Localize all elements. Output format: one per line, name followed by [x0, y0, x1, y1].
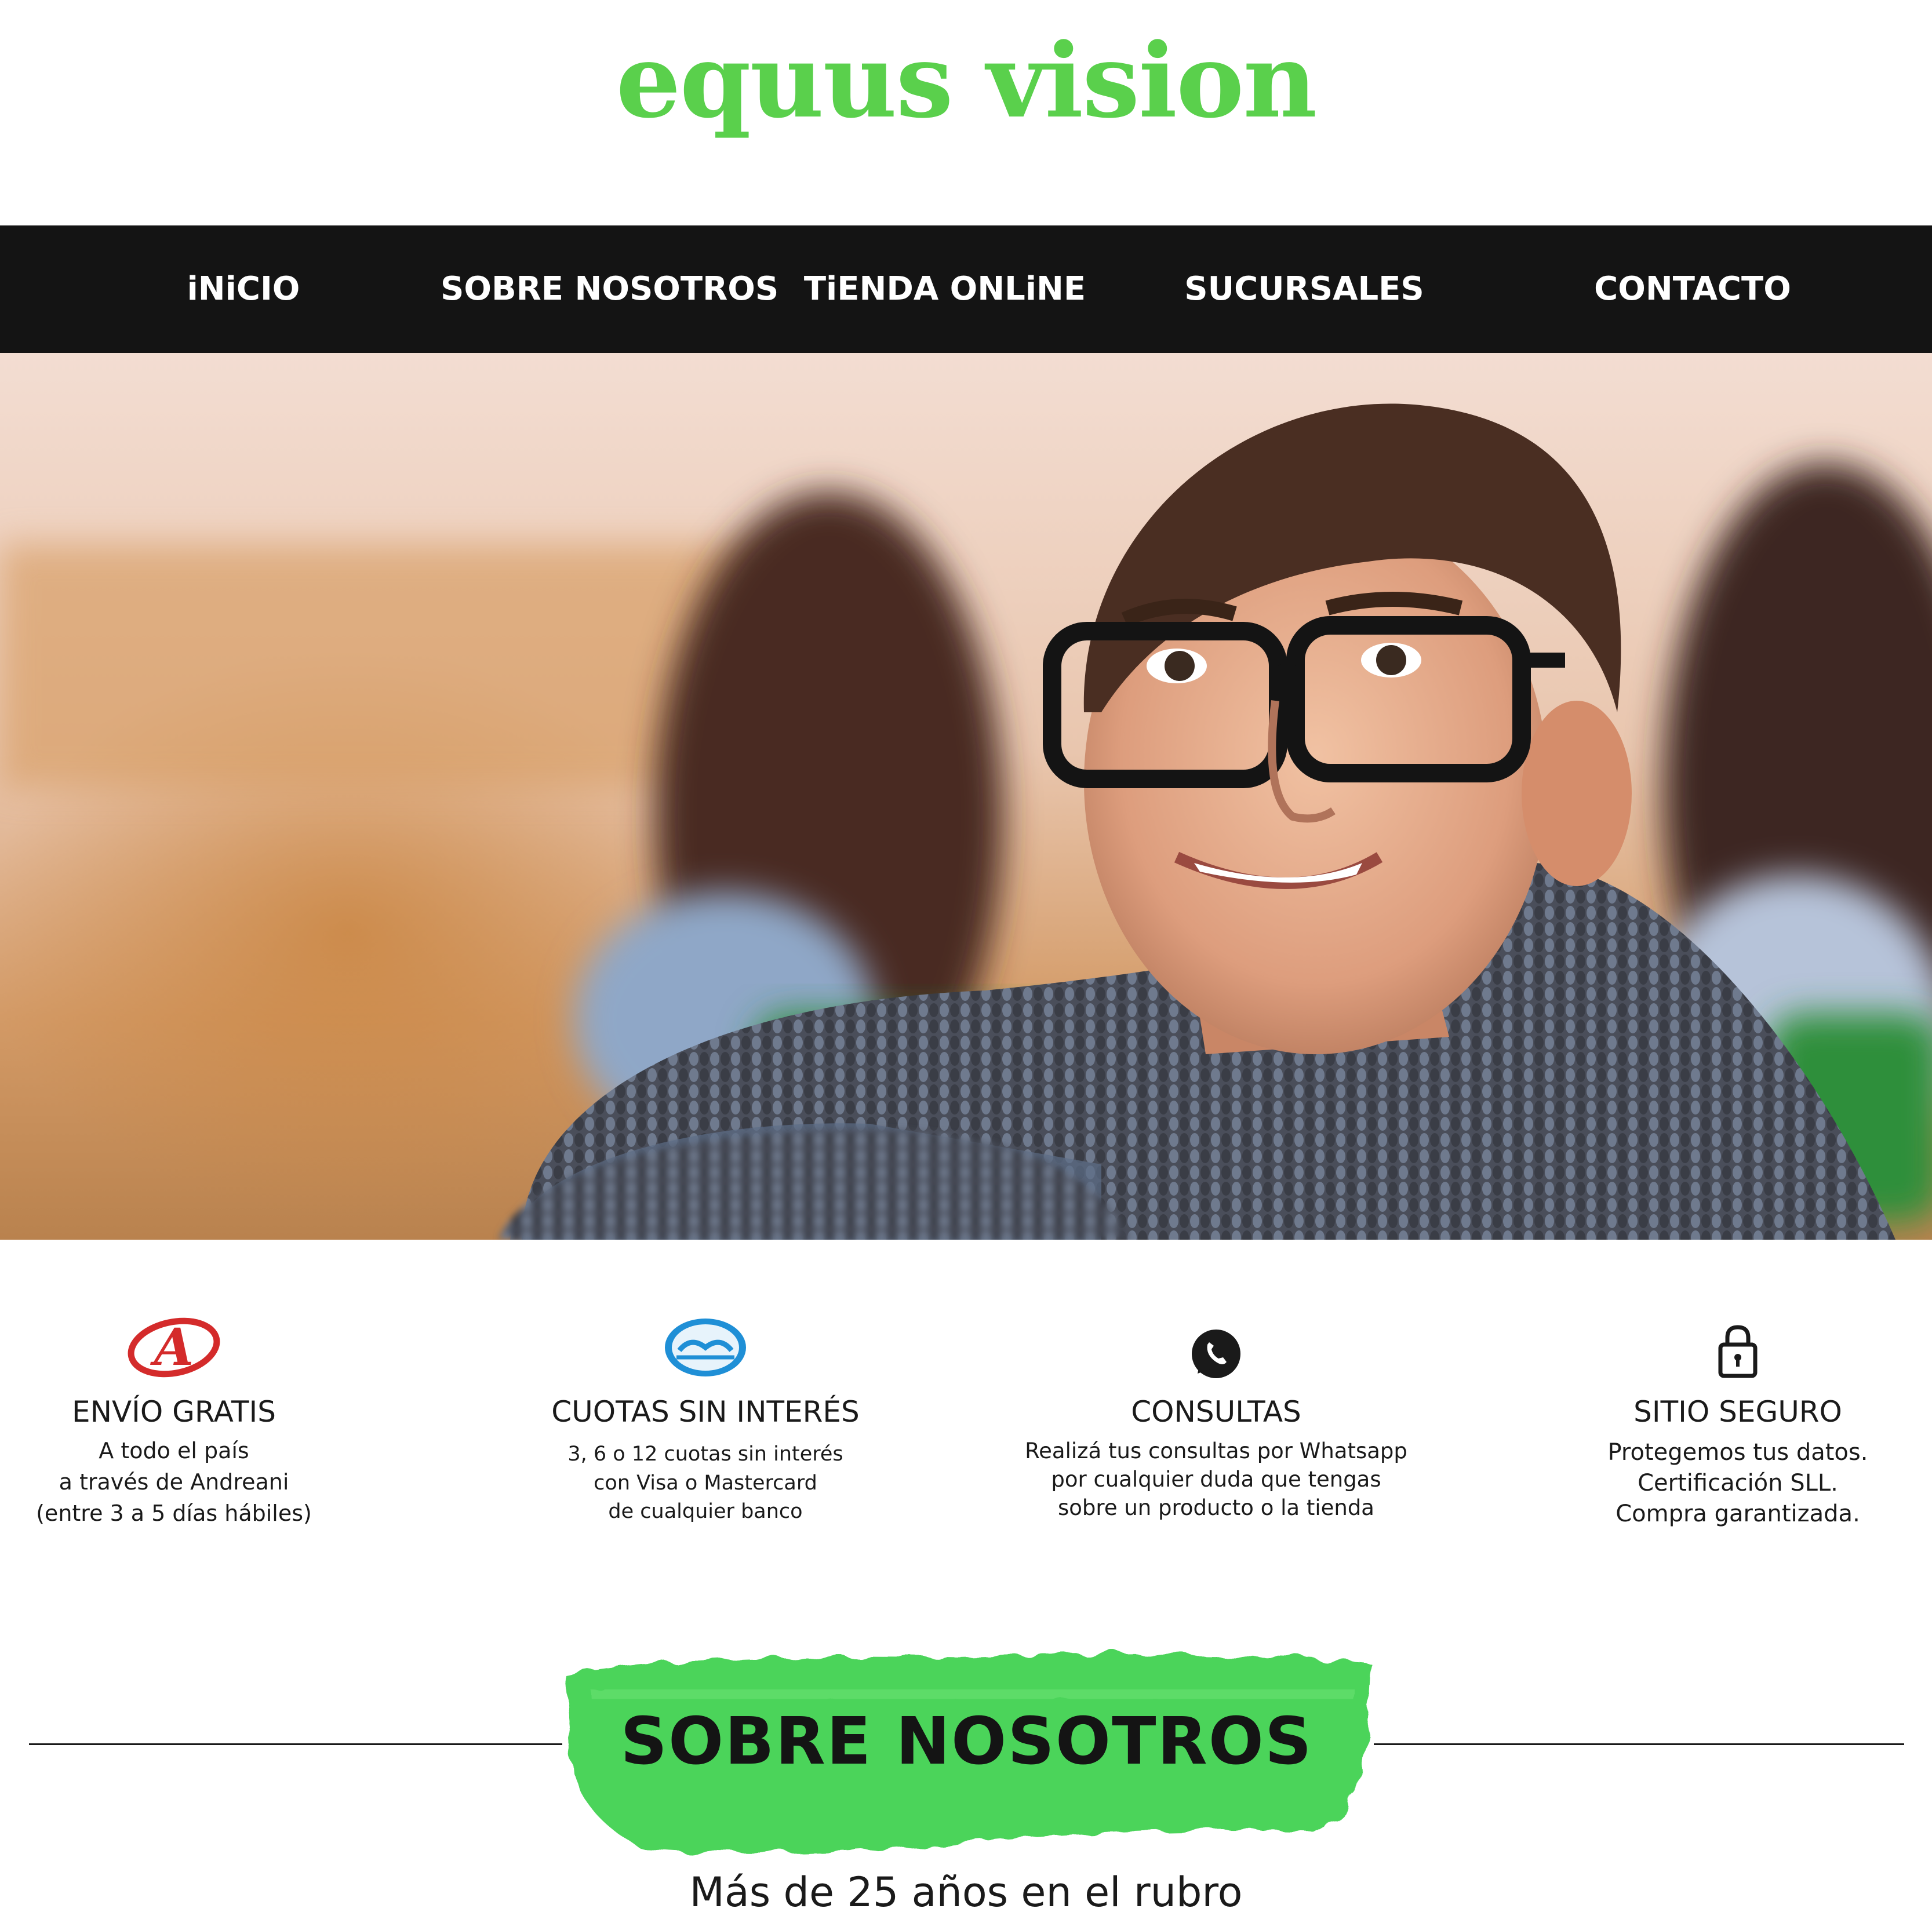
feature-line: con Visa o Mastercard: [594, 1472, 817, 1495]
feature-title: ENVÍO GRATIS: [71, 1395, 276, 1429]
nav-item-tienda-online[interactable]: TiENDA ONLiNE: [800, 225, 1090, 353]
nav-item-sucursales[interactable]: SUCURSALES: [1177, 225, 1432, 353]
hero-image: [0, 353, 1932, 1240]
feature-line: de cualquier banco: [608, 1500, 803, 1523]
nav-item-sobre-nosotros[interactable]: SOBRE NOSOTROS: [441, 225, 778, 353]
andreani-logo-icon: A: [0, 1316, 377, 1379]
divider-right: [1374, 1743, 1904, 1745]
feature-line: (entre 3 a 5 días hábiles): [36, 1500, 312, 1526]
brand-logo[interactable]: equus vision: [0, 12, 1932, 151]
mercadopago-handshake-icon: [503, 1316, 908, 1379]
feature-title: CUOTAS SIN INTERÉS: [551, 1395, 860, 1429]
main-nav: iNiCIO SOBRE NOSOTROS TiENDA ONLiNE SUCU…: [0, 225, 1932, 353]
svg-text:A: A: [150, 1317, 194, 1377]
section-subtitle: Más de 25 años en el rubro: [689, 1869, 1243, 1916]
nav-item-inicio[interactable]: iNiCIO: [128, 225, 359, 353]
feature-line: A todo el país: [99, 1438, 249, 1463]
feature-line: a través de Andreani: [59, 1469, 289, 1495]
divider-left: [29, 1743, 562, 1745]
whatsapp-icon[interactable]: [1013, 1316, 1419, 1379]
feature-line: Compra garantizada.: [1616, 1500, 1860, 1527]
nav-item-contacto[interactable]: CONTACTO: [1577, 225, 1809, 353]
feature-line: por cualquier duda que tengas: [1051, 1467, 1381, 1492]
feature-title: CONSULTAS: [1131, 1395, 1301, 1429]
feature-line: Realizá tus consultas por Whatsapp: [1025, 1438, 1407, 1463]
feature-line: Protegemos tus datos.: [1607, 1439, 1868, 1466]
feature-line: sobre un producto o la tienda: [1058, 1495, 1374, 1520]
hero-photo-illustration: [0, 403, 1932, 1240]
feature-line: Certificación SLL.: [1638, 1470, 1838, 1496]
lock-icon: [1535, 1316, 1932, 1379]
section-title-sobre-nosotros: SOBRE NOSOTROS: [620, 1704, 1313, 1779]
feature-title: SITIO SEGURO: [1633, 1395, 1842, 1429]
feature-line: 3, 6 o 12 cuotas sin interés: [567, 1443, 843, 1466]
